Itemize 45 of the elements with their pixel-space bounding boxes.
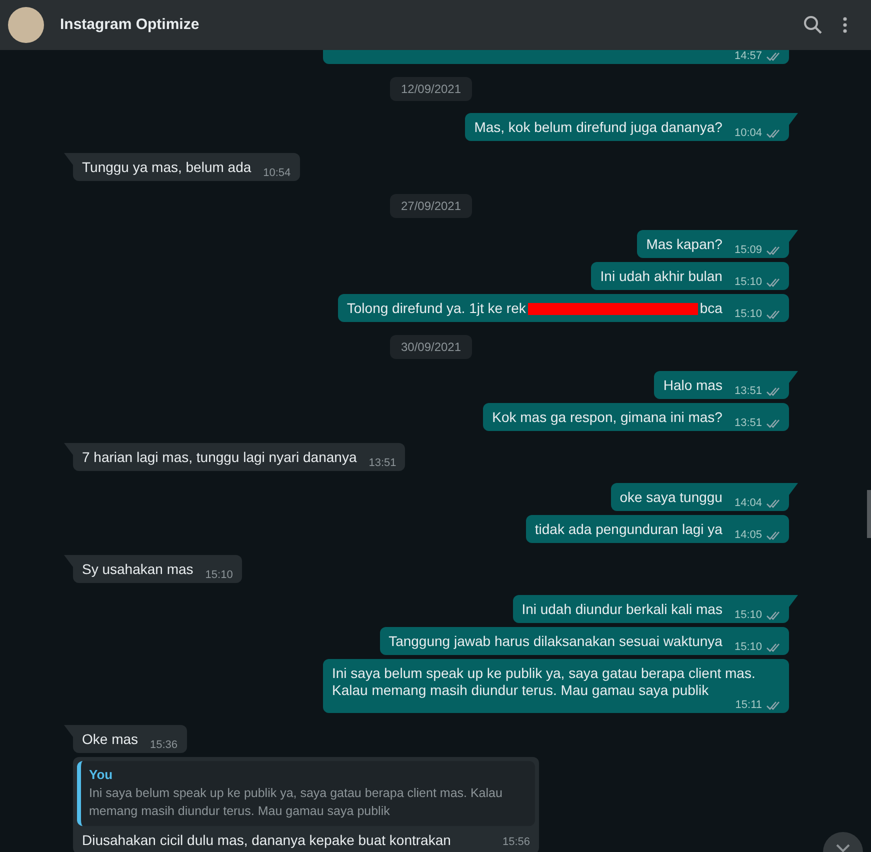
chevron-down-icon [836, 844, 850, 852]
message-time: 15:56 [502, 835, 530, 849]
message-time: 10:04 [734, 126, 762, 140]
message-text: Kok mas ga respon, gimana ini mas? [492, 409, 722, 426]
message-time: 15:09 [734, 243, 762, 257]
message-text: Tanggung jawab harus dilaksanakan sesuai waktunya [388, 633, 722, 650]
message-text: Sy usahakan mas [82, 561, 194, 578]
message-time: 14:04 [734, 496, 762, 510]
message-text: Diusahakan cicil dulu mas, dananya kepake buat kontrakan [82, 832, 451, 849]
menu-icon[interactable] [843, 17, 847, 33]
message-text: Tolong direfund ya. 1jt ke rek bca [346, 300, 722, 317]
contact-name[interactable]: Instagram Optimize [60, 14, 200, 36]
message-text: tidak ada pengunduran lagi ya [534, 521, 722, 538]
quote-text: Ini saya belum speak up ke publik ya, saya gatau berapa client mas. Kalau memang masih diundur terus. Mau gamau saya publik [89, 785, 504, 820]
quoted-message[interactable]: You Ini saya belum speak up ke publik ya, saya gatau berapa client mas. Kalau memang masih diundur terus. Mau gamau saya publik [77, 761, 535, 826]
avatar[interactable] [8, 7, 44, 43]
message-time: 15:10 [734, 275, 762, 289]
message-time: 15:10 [734, 640, 762, 654]
message-time: 15:10 [205, 568, 233, 582]
message-text: Oke mas [82, 731, 138, 748]
message-time: 10:54 [263, 166, 291, 180]
message-time: 15:10 [734, 307, 762, 321]
message-text: Mas kapan? [646, 236, 722, 253]
message-time: 14:57 [734, 50, 762, 63]
date-chip: 30/09/2021 [390, 335, 472, 359]
message-text: Ini udah diundur berkali kali mas [522, 601, 722, 618]
message-text: 7 harian lagi mas, tunggu lagi nyari dananya [82, 449, 357, 466]
message-text: oke saya tunggu [620, 489, 722, 506]
message-time: 14:05 [734, 528, 762, 542]
message-time: 15:10 [734, 608, 762, 622]
date-chip: 12/09/2021 [390, 77, 472, 101]
message-time: 13:51 [734, 384, 762, 398]
scrollbar-thumb[interactable] [867, 490, 871, 538]
message-time: 15:11 [735, 698, 762, 712]
message-text: Ini udah akhir bulan [600, 268, 722, 285]
message-time: 13:51 [734, 416, 762, 430]
message-text: Ini saya belum speak up ke publik ya, saya gatau berapa client mas. Kalau memang masih diundur terus. Mau gamau saya publik [332, 665, 756, 699]
message-text: Tunggu ya mas, belum ada [82, 159, 252, 176]
message-text: Halo mas [663, 377, 722, 394]
message-time: 13:51 [368, 456, 396, 470]
date-chip: 27/09/2021 [390, 194, 472, 218]
quote-author: You [89, 767, 114, 783]
message-text: Mas, kok belum direfund juga dananya? [474, 119, 722, 136]
message-time: 15:36 [150, 738, 178, 752]
search-icon[interactable] [803, 15, 823, 35]
